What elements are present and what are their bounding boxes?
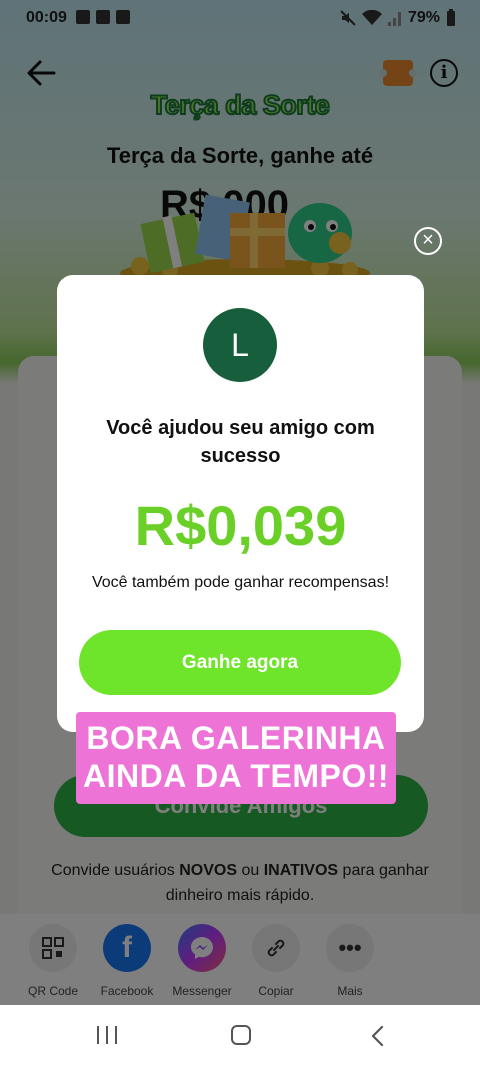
caption-line-1: BORA GALERINHA xyxy=(86,720,386,756)
system-back-icon[interactable] xyxy=(368,1025,388,1047)
reward-modal: L Você ajudou seu amigo com sucesso R$0,… xyxy=(57,275,424,732)
modal-title: Você ajudou seu amigo com sucesso xyxy=(106,417,375,467)
system-nav-bar xyxy=(0,1005,480,1066)
overlay-caption: BORA GALERINHA AINDA DA TEMPO!! xyxy=(76,712,396,804)
close-icon[interactable]: × xyxy=(414,227,442,255)
reward-amount: R$0,039 xyxy=(134,494,347,557)
avatar: L xyxy=(203,308,277,382)
earn-now-button[interactable]: Ganhe agora xyxy=(79,630,401,695)
home-icon[interactable] xyxy=(231,1025,251,1045)
modal-subtitle: Você também pode ganhar recompensas! xyxy=(91,574,390,591)
caption-line-2: AINDA DA TEMPO!! xyxy=(82,758,390,794)
recent-apps-icon[interactable] xyxy=(97,1026,119,1044)
app-page: 00:09 79% i Terça da Sorte Terça da Sort… xyxy=(0,0,480,1066)
